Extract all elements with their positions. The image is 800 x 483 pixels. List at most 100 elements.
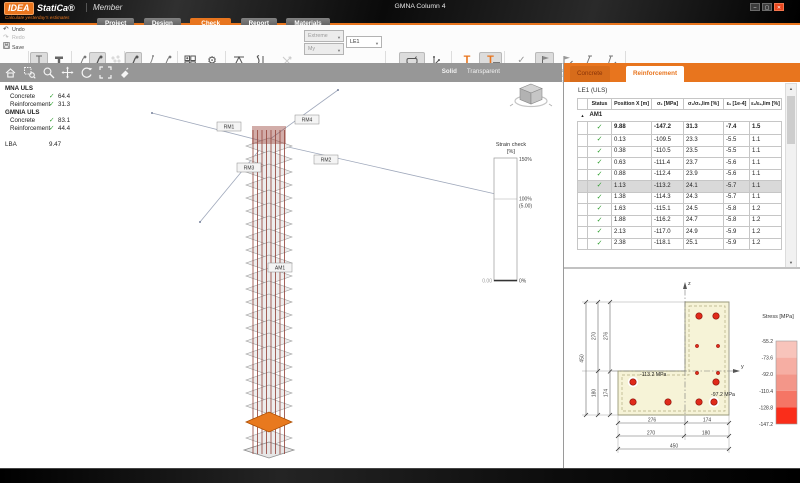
summary-value: 83.1 bbox=[58, 117, 70, 125]
z-axis-arrow bbox=[683, 282, 687, 289]
view-mode-transparent[interactable]: Transparent bbox=[467, 68, 500, 75]
my-dropdown[interactable]: My▼ bbox=[304, 43, 344, 55]
undo-icon: ↶ bbox=[3, 26, 12, 34]
zoom-icon[interactable] bbox=[42, 66, 55, 79]
window-title: GMNA Column 4 bbox=[340, 3, 500, 10]
col-status: Status bbox=[588, 99, 612, 110]
pan-icon[interactable] bbox=[61, 66, 74, 79]
model-3d-scene[interactable]: RM1 RM4 RM2 RM3 AM1 Strain check [%] 150… bbox=[0, 82, 562, 468]
summary-row-label: Concrete bbox=[5, 93, 49, 101]
statica-logo-text: StatiCa® bbox=[37, 2, 75, 14]
reinforcement-check-table[interactable]: Status Position X [m] σₛ [MPa] σₛ/σₛ,lim… bbox=[577, 98, 782, 250]
strain-zero-value: 0.00 bbox=[482, 279, 492, 285]
dim-left-top-inner: 276 bbox=[604, 332, 610, 341]
strain-tick-0: 0% bbox=[519, 279, 527, 285]
summary-value: 64.4 bbox=[58, 93, 70, 101]
table-row[interactable]: ✓2.38-118.125.1-5.91.2 bbox=[578, 238, 782, 250]
navigation-cube[interactable] bbox=[510, 84, 552, 107]
summary-row-label: Concrete bbox=[5, 117, 49, 125]
stress-legend: Stress [MPa] -55.2 -73.6 -92.0 -110.4 -1… bbox=[759, 314, 797, 428]
dim-bottom-right: 180 bbox=[702, 431, 711, 437]
check-icon: ✓ bbox=[49, 101, 58, 109]
status-check-icon: ✓ bbox=[588, 238, 612, 250]
summary-group-title: GMNIA ULS bbox=[5, 109, 49, 117]
status-check-icon: ✓ bbox=[588, 158, 612, 170]
close-button[interactable]: ✕ bbox=[774, 3, 784, 11]
y-axis-label: y bbox=[741, 364, 744, 370]
status-check-icon: ✓ bbox=[588, 169, 612, 181]
status-check-icon: ✓ bbox=[588, 181, 612, 193]
view-mode-solid[interactable]: Solid bbox=[442, 68, 457, 75]
col-sigma: σₛ [MPa] bbox=[652, 99, 684, 110]
table-title: LE1 (ULS) bbox=[578, 87, 607, 94]
status-check-icon: ✓ bbox=[588, 135, 612, 147]
fit-view-icon[interactable] bbox=[99, 66, 112, 79]
table-row[interactable]: ✓0.63-111.423.7-5.61.1 bbox=[578, 158, 782, 170]
rm3-label: RM3 bbox=[244, 166, 255, 172]
results-panel-header: Concrete Reinforcement bbox=[564, 63, 800, 82]
clipping-tool-icon[interactable] bbox=[118, 66, 131, 79]
table-row-extreme[interactable]: ✓ 9.88-147.2 31.3-7.4 1.5 bbox=[578, 121, 782, 135]
status-check-icon: ✓ bbox=[588, 227, 612, 239]
stress-tick-5: -147.2 bbox=[759, 422, 773, 428]
status-check-icon: ✓ bbox=[588, 215, 612, 227]
minimize-button[interactable]: – bbox=[750, 3, 760, 11]
idea-logo: IDEA bbox=[4, 2, 34, 15]
rotate-icon[interactable] bbox=[80, 66, 93, 79]
table-row-selected[interactable]: ✓1.13-113.224.1-5.71.1 bbox=[578, 181, 782, 193]
dim-left-bottom: 180 bbox=[592, 389, 598, 398]
undo-button[interactable]: ↶Undo bbox=[3, 26, 25, 34]
status-check-icon: ✓ bbox=[588, 121, 612, 135]
product-name: Member bbox=[86, 3, 122, 12]
col-position: Position X [m] bbox=[612, 99, 652, 110]
extreme-dropdown[interactable]: Extreme▼ bbox=[304, 30, 344, 42]
stress-value-left: -113.2 MPa bbox=[640, 372, 667, 378]
table-header-row: Status Position X [m] σₛ [MPa] σₛ/σₛ,lim… bbox=[578, 99, 782, 110]
redo-button[interactable]: ↷Redo bbox=[3, 34, 25, 42]
table-row[interactable]: ✓0.13-109.523.3-5.51.1 bbox=[578, 135, 782, 147]
table-row[interactable]: ✓0.88-112.423.9-5.61.1 bbox=[578, 169, 782, 181]
maximize-icon: ▢ bbox=[765, 5, 770, 11]
table-row[interactable]: ✓1.63-115.124.5-5.81.2 bbox=[578, 204, 782, 216]
strain-legend-unit: [%] bbox=[507, 149, 515, 155]
maximize-button[interactable]: ▢ bbox=[762, 3, 772, 11]
scroll-up-icon[interactable]: ▲ bbox=[786, 84, 796, 94]
app-window: IDEA StatiCa® Member Calculate yesterday… bbox=[0, 0, 800, 483]
check-icon: ✓ bbox=[49, 125, 58, 133]
z-axis-label: z bbox=[688, 281, 691, 287]
panel-divider bbox=[564, 267, 800, 269]
table-row[interactable]: ✓0.38-110.523.5-5.51.1 bbox=[578, 146, 782, 158]
dim-left-top: 270 bbox=[592, 332, 598, 341]
dim-bottom-left: 270 bbox=[647, 431, 656, 437]
status-bar bbox=[0, 468, 800, 483]
collapse-icon: ▲ bbox=[578, 110, 588, 122]
rebar-top-cluster bbox=[252, 126, 286, 144]
load-case-dropdown[interactable]: LE1▼ bbox=[346, 36, 382, 48]
table-row[interactable]: ✓2.13-117.024.9-5.91.2 bbox=[578, 227, 782, 239]
scrollbar-thumb[interactable] bbox=[787, 96, 795, 144]
save-button[interactable]: Save bbox=[3, 42, 24, 50]
home-view-icon[interactable] bbox=[4, 66, 17, 79]
minimize-icon: – bbox=[754, 5, 757, 11]
lba-label: LBA bbox=[5, 141, 49, 149]
tab-concrete[interactable]: Concrete bbox=[570, 66, 610, 82]
check-summary: MNA ULS Concrete✓64.4 Reinforcement✓31.3… bbox=[5, 85, 70, 149]
check-icon: ✓ bbox=[49, 93, 58, 101]
stress-tick-1: -73.6 bbox=[762, 356, 774, 362]
table-row[interactable]: ✓1.38-114.324.3-5.71.1 bbox=[578, 192, 782, 204]
table-scrollbar[interactable]: ▲ ▼ bbox=[785, 83, 797, 269]
model-viewport[interactable]: MNA ULS Concrete✓64.4 Reinforcement✓31.3… bbox=[0, 82, 562, 468]
summary-group-title: MNA ULS bbox=[5, 85, 49, 93]
dim-bottom-inner-left: 276 bbox=[648, 418, 657, 424]
cross-section-view[interactable]: z y -113.2 MPa -97.2 MPa bbox=[564, 272, 800, 468]
dim-bottom-total: 450 bbox=[670, 444, 679, 450]
table-row[interactable]: ✓1.88-116.224.7-5.81.2 bbox=[578, 215, 782, 227]
y-axis-arrow bbox=[733, 369, 740, 373]
col-sigma-ratio: σₛ/σₛ,lim [%] bbox=[684, 99, 724, 110]
strain-check-legend: Strain check [%] 150% 100% (5.00) 0% 0.0… bbox=[482, 142, 532, 285]
group-name: AM1 bbox=[588, 110, 782, 122]
zoom-window-icon[interactable] bbox=[23, 66, 36, 79]
tab-reinforcement[interactable]: Reinforcement bbox=[626, 66, 684, 82]
group-row-am1[interactable]: ▲ AM1 bbox=[578, 110, 782, 122]
stress-tick-0: -55.2 bbox=[762, 339, 774, 345]
